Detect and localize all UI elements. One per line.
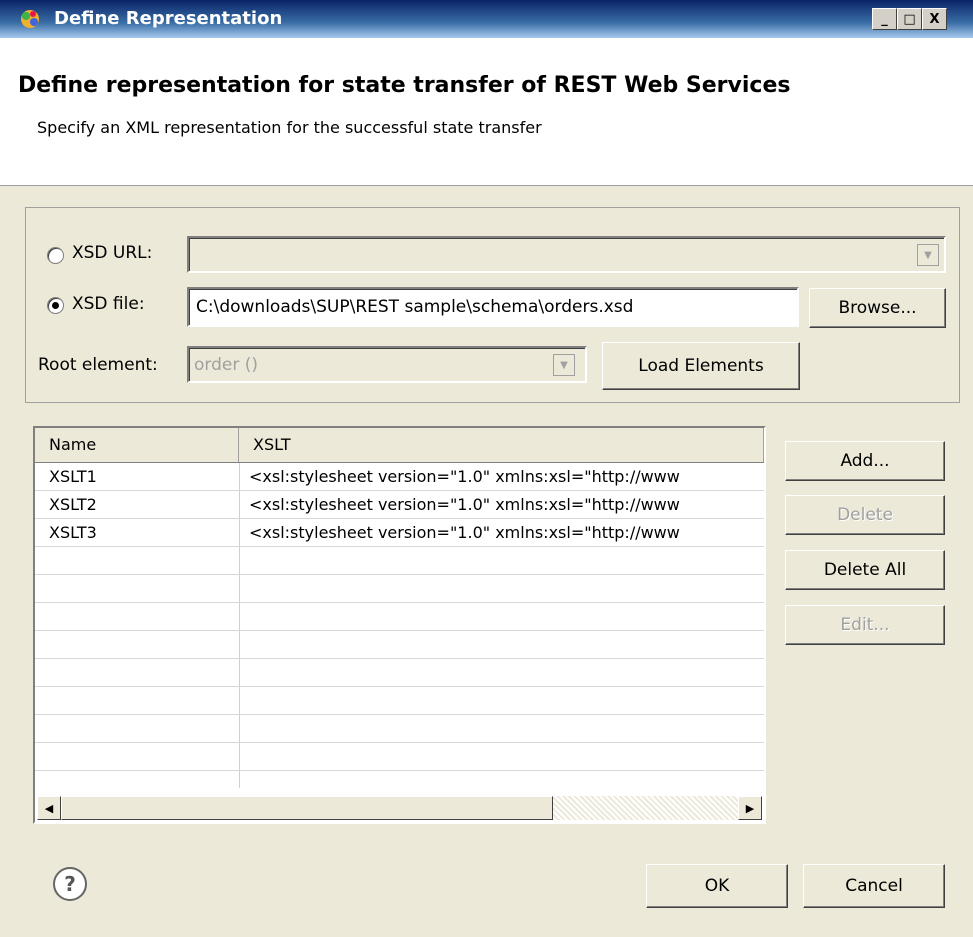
empty-row (35, 575, 764, 603)
add-button[interactable]: Add... (785, 441, 945, 481)
arrow-left-icon: ◀ (44, 801, 54, 815)
colorful-globe-icon (18, 8, 42, 30)
delete-button[interactable]: Delete (785, 495, 945, 535)
column-header-name[interactable]: Name (35, 428, 239, 462)
minimize-button[interactable]: _ (872, 8, 897, 30)
page-title: Define representation for state transfer… (18, 73, 791, 98)
maximize-button[interactable]: □ (897, 8, 922, 30)
cell-name: XSLT2 (49, 495, 97, 514)
minimize-icon: _ (881, 11, 888, 27)
chevron-down-icon: ▼ (917, 244, 939, 266)
title-bar: Define Representation _ □ X (0, 0, 973, 38)
empty-row (35, 687, 764, 715)
arrow-right-icon: ▶ (745, 801, 755, 815)
cell-xslt: <xsl:stylesheet version="1.0" xmlns:xsl=… (249, 467, 680, 486)
cell-xslt: <xsl:stylesheet version="1.0" xmlns:xsl=… (249, 523, 680, 542)
column-header-xslt[interactable]: XSLT (239, 428, 764, 462)
cell-name: XSLT1 (49, 467, 97, 486)
xslt-table[interactable]: Name XSLT XSLT1 <xsl:stylesheet version=… (33, 426, 766, 824)
table-header: Name XSLT (35, 428, 764, 463)
help-icon[interactable]: ? (53, 867, 87, 901)
cell-xslt: <xsl:stylesheet version="1.0" xmlns:xsl=… (249, 495, 680, 514)
xsd-url-radio[interactable] (47, 247, 64, 264)
xsd-file-label: XSD file: (72, 294, 145, 314)
horizontal-scrollbar[interactable]: ◀ ▶ (37, 796, 762, 820)
window-title: Define Representation (54, 8, 283, 29)
empty-row (35, 631, 764, 659)
close-button[interactable]: X (922, 8, 947, 30)
scroll-left-button[interactable]: ◀ (37, 796, 61, 820)
empty-row (35, 659, 764, 687)
cell-name: XSLT3 (49, 523, 97, 542)
empty-row (35, 603, 764, 631)
page-description: Specify an XML representation for the su… (37, 118, 542, 137)
maximize-icon: □ (903, 11, 916, 27)
empty-row (35, 547, 764, 575)
table-row[interactable]: XSLT2 <xsl:stylesheet version="1.0" xmln… (35, 491, 764, 519)
delete-all-button[interactable]: Delete All (785, 550, 945, 590)
root-element-combo[interactable]: order () ▼ (187, 346, 587, 383)
empty-row (35, 743, 764, 771)
scrollbar-thumb[interactable] (61, 796, 553, 820)
root-element-label: Root element: (38, 355, 158, 375)
cancel-button[interactable]: Cancel (803, 864, 945, 908)
root-element-value: order () (194, 355, 258, 375)
xsd-url-label: XSD URL: (72, 243, 153, 263)
empty-row (35, 715, 764, 743)
table-row[interactable]: XSLT3 <xsl:stylesheet version="1.0" xmln… (35, 519, 764, 547)
table-row[interactable]: XSLT1 <xsl:stylesheet version="1.0" xmln… (35, 463, 764, 491)
ok-button[interactable]: OK (646, 864, 788, 908)
close-icon: X (929, 11, 940, 27)
load-elements-button[interactable]: Load Elements (602, 342, 800, 390)
browse-button[interactable]: Browse... (809, 288, 946, 328)
edit-button[interactable]: Edit... (785, 605, 945, 645)
chevron-down-icon: ▼ (553, 354, 575, 376)
xsd-file-input[interactable]: C:\downloads\SUP\REST sample\schema\orde… (187, 287, 799, 327)
dialog-header (0, 38, 973, 186)
scroll-right-button[interactable]: ▶ (738, 796, 762, 820)
xsd-url-combo[interactable]: ▼ (187, 236, 946, 273)
xsd-file-radio[interactable] (47, 297, 64, 314)
